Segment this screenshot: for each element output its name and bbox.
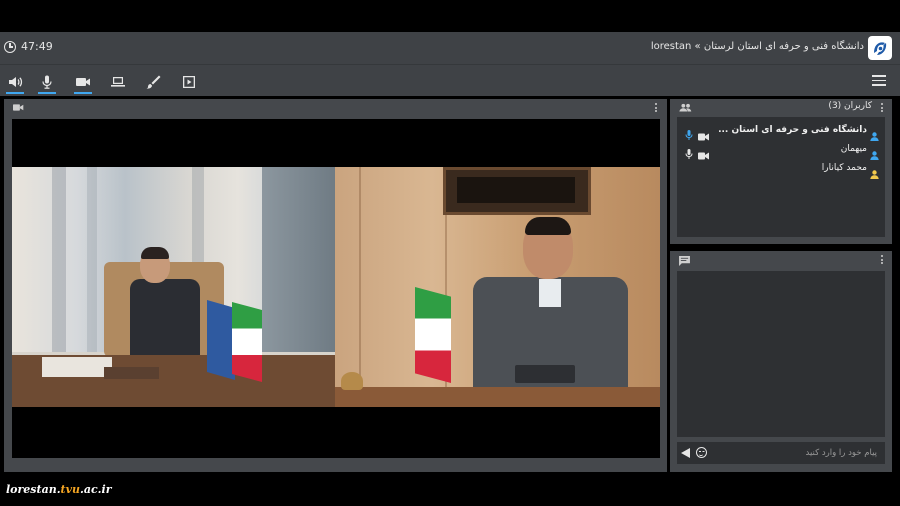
virtual-classroom-window: 47:49 دانشگاه فنی و حرفه ای استان لرستان…: [0, 0, 900, 506]
camera-icon: [76, 78, 90, 86]
send-icon[interactable]: [681, 448, 690, 458]
video-panel: [4, 99, 667, 472]
chat-panel-options-icon[interactable]: [881, 255, 884, 266]
site-watermark: lorestan.tvu.ac.ir: [6, 483, 112, 496]
microphone-icon: [42, 75, 52, 89]
session-timer: 47:49: [4, 40, 53, 53]
title-bar: 47:49 دانشگاه فنی و حرفه ای استان لرستان…: [0, 32, 900, 64]
microphone-icon[interactable]: [685, 144, 693, 159]
camera-icon[interactable]: [698, 145, 709, 160]
users-list: دانشگاه فنی و حرفه ای استان ... میهمان م…: [677, 117, 885, 237]
user-item[interactable]: دانشگاه فنی و حرفه ای استان ...: [677, 121, 885, 141]
presentation-button[interactable]: [178, 71, 200, 93]
timer-text: 47:49: [21, 40, 53, 53]
video-panel-options-icon[interactable]: [655, 103, 658, 114]
chat-input[interactable]: پیام خود را وارد کنید: [677, 442, 885, 464]
speaker-video-feed: [335, 167, 660, 407]
camera-button[interactable]: [72, 71, 94, 94]
play-box-icon: [183, 76, 195, 88]
room-title: دانشگاه فنی و حرفه ای استان لرستان » lor…: [650, 41, 864, 52]
user-name: محمد کیانارا: [821, 163, 867, 173]
user-name: دانشگاه فنی و حرفه ای استان ...: [718, 125, 867, 135]
microphone-icon[interactable]: [685, 125, 693, 140]
users-panel-options-icon[interactable]: [881, 103, 884, 114]
microphone-button[interactable]: [36, 71, 58, 94]
university-logo-icon: [868, 36, 892, 60]
brush-icon: [146, 75, 161, 89]
video-panel-header: [4, 99, 667, 117]
camera-icon[interactable]: [698, 126, 709, 141]
whiteboard-button[interactable]: [142, 71, 164, 93]
chat-panel: پیام خود را وارد کنید: [670, 251, 892, 472]
clock-icon: [4, 40, 16, 53]
chat-icon: [679, 256, 690, 266]
users-icon: [679, 103, 692, 112]
chat-placeholder: پیام خود را وارد کنید: [805, 448, 877, 458]
user-name: میهمان: [840, 144, 867, 154]
toolbar: [0, 64, 900, 96]
user-icon: [870, 145, 879, 160]
user-item[interactable]: میهمان: [677, 140, 885, 160]
menu-icon[interactable]: [872, 75, 886, 86]
screen-share-button[interactable]: [107, 71, 129, 93]
video-camera-icon: [13, 104, 24, 111]
speaker-icon: [9, 77, 23, 87]
user-icon: [870, 164, 879, 179]
user-item[interactable]: محمد کیانارا: [677, 159, 885, 179]
chat-messages: [677, 271, 885, 437]
video-stream: [12, 119, 660, 458]
users-header: کاربران (3): [828, 101, 872, 111]
remote-video-feed: [12, 167, 335, 407]
emoji-icon[interactable]: [696, 447, 707, 458]
user-icon: [870, 126, 879, 141]
speaker-button[interactable]: [4, 71, 26, 94]
users-panel: کاربران (3) دانشگاه فنی و حرفه ای استان …: [670, 99, 892, 244]
laptop-icon: [111, 77, 125, 87]
